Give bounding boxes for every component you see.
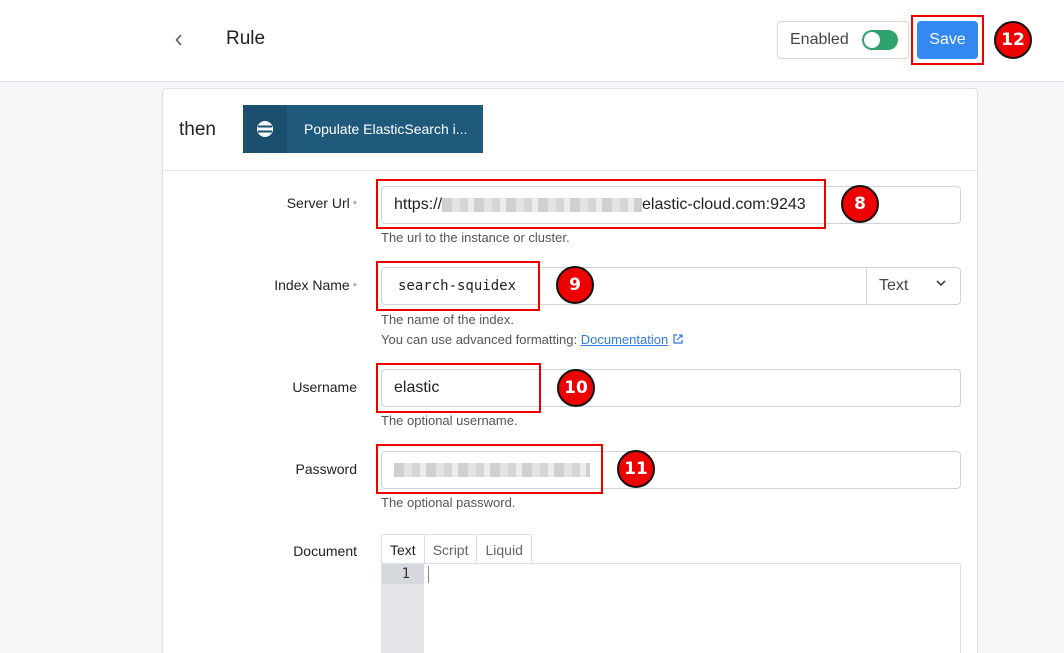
card-header: then Populate ElasticSearch i...	[163, 89, 977, 171]
username-hint: The optional username.	[381, 413, 518, 428]
tab-script[interactable]: Script	[423, 534, 478, 564]
tab-liquid[interactable]: Liquid	[476, 534, 532, 564]
chevron-left-icon	[175, 34, 182, 46]
index-name-label: Index Name *	[274, 277, 357, 293]
server-url-highlight-box	[376, 179, 826, 229]
type-select-value: Text	[879, 277, 909, 294]
enabled-label: Enabled	[790, 31, 849, 48]
index-name-highlight-box	[376, 261, 540, 311]
index-name-type-select[interactable]: Text	[866, 268, 960, 304]
toggle-knob	[864, 32, 880, 48]
annotation-badge-8: 8	[841, 185, 879, 223]
password-highlight-box	[376, 444, 603, 494]
editor-cursor	[428, 566, 429, 583]
enabled-toggle[interactable]	[862, 30, 898, 50]
elasticsearch-icon	[243, 105, 287, 153]
action-chip[interactable]: Populate ElasticSearch i...	[243, 105, 483, 153]
server-url-hint: The url to the instance or cluster.	[381, 230, 570, 245]
formatting-hint: You can use advanced formatting: Documen…	[381, 332, 684, 347]
editor-gutter: 1	[382, 564, 424, 653]
password-hint: The optional password.	[381, 495, 516, 510]
annotation-badge-12: 12	[994, 21, 1032, 59]
document-label: Document	[293, 543, 357, 559]
documentation-link[interactable]: Documentation	[581, 332, 668, 347]
username-highlight-box	[376, 363, 541, 413]
index-name-hint: The name of the index.	[381, 312, 514, 327]
chevron-down-icon	[936, 280, 946, 287]
page-title: Rule	[226, 28, 266, 49]
username-label: Username	[292, 379, 357, 395]
action-label: Populate ElasticSearch i...	[304, 121, 468, 137]
then-label: then	[179, 119, 216, 140]
document-editor[interactable]: 1	[381, 563, 961, 653]
password-label: Password	[295, 461, 357, 477]
tab-text[interactable]: Text	[381, 534, 425, 564]
annotation-badge-10: 10	[557, 369, 595, 407]
document-tabs: Text Script Liquid	[381, 534, 532, 564]
line-number: 1	[401, 566, 410, 582]
top-bar: Rule Enabled Save	[0, 0, 1064, 82]
server-url-label: Server Url *	[286, 195, 357, 211]
annotation-badge-9: 9	[556, 266, 594, 304]
back-button[interactable]	[170, 28, 188, 52]
annotation-badge-11: 11	[617, 450, 655, 488]
enabled-toggle-group[interactable]: Enabled	[777, 21, 909, 59]
save-button[interactable]: Save	[917, 21, 978, 59]
external-link-icon	[673, 334, 683, 344]
